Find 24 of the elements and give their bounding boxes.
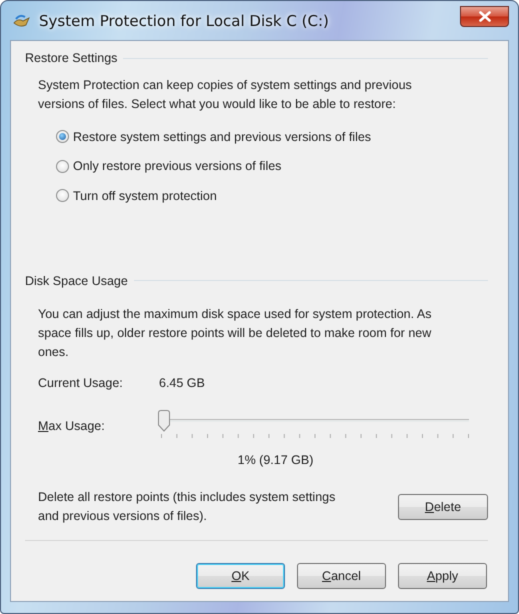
window-title: System Protection for Local Disk C (C:) (39, 12, 329, 30)
description-text: Delete all restore points (this includes system settings and previous versions of files). (38, 488, 336, 525)
radio-label[interactable]: Turn off system protection (73, 188, 217, 203)
slider-reading: 1% (9.17 GB) (238, 452, 314, 466)
dialog-button[interactable]: OK (196, 562, 285, 588)
system-icon (13, 12, 31, 28)
dialog-button[interactable]: Apply (398, 562, 487, 588)
description-text: System Protection can keep copies of system settings and previous versions of files. Select what you would like to be able to restore: (38, 77, 413, 113)
radio-button[interactable] (56, 130, 69, 144)
field-label: Max Usage: (38, 418, 106, 432)
close-icon (478, 11, 490, 22)
dialog-button[interactable]: Cancel (297, 562, 386, 588)
group-heading: Restore Settings (25, 51, 118, 65)
slider-thumb[interactable] (157, 410, 172, 432)
field-label: Current Usage: (38, 376, 124, 390)
description-text: You can adjust the maximum disk space used for system protection. As space fills up, older restore points will be deleted to make room for new ones. (38, 306, 432, 360)
group-heading: Disk Space Usage (25, 274, 128, 288)
radio-label[interactable]: Only restore previous versions of files (73, 159, 282, 174)
radio-button[interactable] (56, 189, 69, 202)
radio-button[interactable] (56, 160, 69, 173)
delete-button[interactable]: Delete (398, 494, 488, 520)
close-button[interactable] (460, 6, 509, 27)
usage-value: 6.45 GB (159, 376, 205, 390)
radio-label[interactable]: Restore system settings and previous versions of files (73, 130, 372, 144)
